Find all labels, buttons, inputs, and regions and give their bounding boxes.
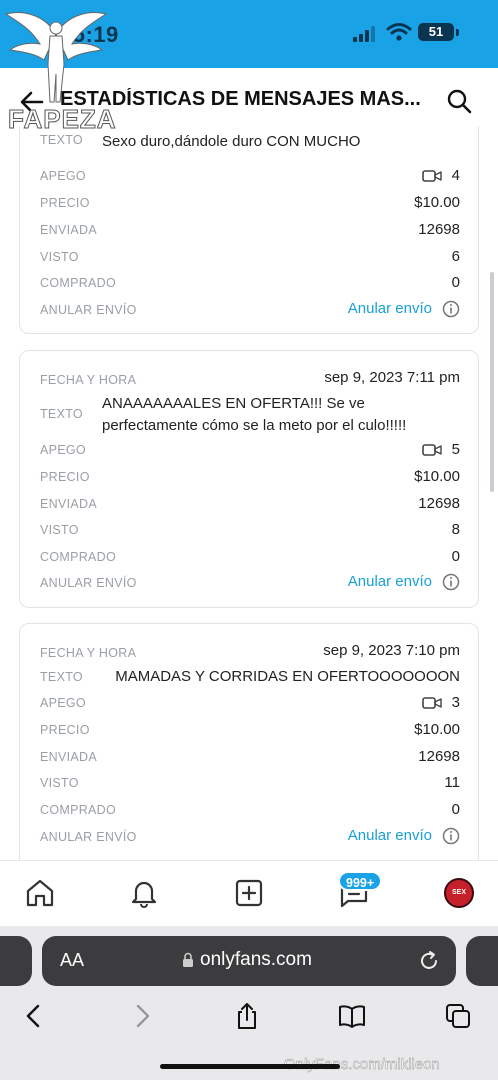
sent-value: 12698 bbox=[418, 221, 460, 238]
purchased-label: COMPRADO bbox=[40, 803, 117, 817]
attachment-value: 4 bbox=[451, 167, 460, 184]
purchased-value: 0 bbox=[451, 274, 460, 291]
cancel-send-text: Anular envío bbox=[347, 827, 432, 844]
info-icon[interactable] bbox=[442, 827, 460, 845]
message-text: ANAAAAAAALES EN OFERTA!!! Se ve perfecta… bbox=[102, 395, 407, 434]
wifi-icon bbox=[386, 23, 412, 41]
cancel-send-button[interactable]: Anular envío bbox=[348, 827, 460, 845]
text-label: TEXTO bbox=[40, 133, 83, 147]
search-icon[interactable] bbox=[446, 88, 472, 114]
video-camera-icon bbox=[421, 170, 442, 182]
price-label: PRECIO bbox=[40, 723, 90, 737]
viewed-value: 11 bbox=[444, 774, 460, 791]
battery-tip bbox=[456, 29, 459, 36]
app-bottom-nav: 999+ bbox=[0, 860, 498, 926]
message-text: LOS VIDEOS MAS PORNO CON DESCUENTO!!! Se… bbox=[102, 126, 437, 150]
cancel-send-label: ANULAR ENVÍO bbox=[40, 303, 137, 317]
watermark-site-text: FAPEZA bbox=[8, 104, 117, 135]
attachment-label: APEGO bbox=[40, 443, 86, 457]
purchased-label: COMPRADO bbox=[40, 276, 117, 290]
message-card: TEXTO LOS VIDEOS MAS PORNO CON DESCUENTO… bbox=[19, 126, 479, 334]
purchased-value: 0 bbox=[451, 548, 460, 565]
attachment-label: APEGO bbox=[40, 696, 86, 710]
price-value: $10.00 bbox=[414, 468, 460, 485]
viewed-label: VISTO bbox=[40, 523, 79, 537]
info-icon[interactable] bbox=[442, 300, 460, 318]
date-label: FECHA Y HORA bbox=[40, 373, 137, 387]
battery-level: 51 bbox=[418, 23, 454, 41]
reader-settings-button[interactable]: AA bbox=[60, 950, 84, 971]
attachment-value: 5 bbox=[451, 441, 460, 458]
viewed-label: VISTO bbox=[40, 250, 79, 264]
attachment-value: 3 bbox=[451, 694, 460, 711]
price-label: PRECIO bbox=[40, 196, 90, 210]
message-stats-list: TEXTO LOS VIDEOS MAS PORNO CON DESCUENTO… bbox=[0, 126, 498, 860]
date-value: sep 9, 2023 7:10 pm bbox=[323, 642, 460, 659]
url-text[interactable]: onlyfans.com bbox=[200, 949, 312, 971]
text-label: TEXTO bbox=[40, 670, 83, 684]
sent-value: 12698 bbox=[418, 495, 460, 512]
attachment-count: 4 bbox=[421, 167, 460, 184]
message-text: MAMADAS Y CORRIDAS EN OFERTOOOOOOON bbox=[115, 668, 460, 685]
previous-tab-preview[interactable] bbox=[0, 936, 32, 986]
home-indicator[interactable] bbox=[160, 1064, 340, 1069]
viewed-value: 8 bbox=[451, 521, 460, 538]
price-value: $10.00 bbox=[414, 721, 460, 738]
sent-label: ENVIADA bbox=[40, 750, 97, 764]
forward-icon[interactable] bbox=[128, 1002, 156, 1030]
tabs-icon[interactable] bbox=[444, 1002, 472, 1030]
video-camera-icon bbox=[421, 697, 442, 709]
date-value: sep 9, 2023 7:11 pm bbox=[324, 369, 460, 386]
messages-badge: 999+ bbox=[338, 871, 383, 891]
bookmarks-icon[interactable] bbox=[338, 1002, 366, 1030]
home-icon[interactable] bbox=[24, 877, 56, 909]
scrollbar[interactable] bbox=[490, 272, 494, 492]
cancel-send-button[interactable]: Anular envío bbox=[348, 300, 460, 318]
cancel-send-text: Anular envío bbox=[347, 573, 432, 590]
reload-icon[interactable] bbox=[418, 950, 440, 972]
sent-value: 12698 bbox=[418, 748, 460, 765]
purchased-label: COMPRADO bbox=[40, 550, 117, 564]
attachment-count: 3 bbox=[421, 694, 460, 711]
add-post-icon[interactable] bbox=[233, 877, 265, 909]
message-card: FECHA Y HORA sep 9, 2023 7:10 pm TEXTO MAM… bbox=[19, 623, 479, 860]
notifications-bell-icon[interactable] bbox=[128, 877, 160, 909]
cancel-send-text: Anular envío bbox=[347, 300, 432, 317]
video-camera-icon bbox=[421, 444, 442, 456]
address-bar[interactable]: AA onlyfans.com bbox=[42, 936, 456, 986]
sent-label: ENVIADA bbox=[40, 497, 97, 511]
sent-label: ENVIADA bbox=[40, 223, 97, 237]
attachment-count: 5 bbox=[421, 441, 460, 458]
message-card: FECHA Y HORA sep 9, 2023 7:11 pm TEXTO AN… bbox=[19, 350, 479, 608]
cancel-send-label: ANULAR ENVÍO bbox=[40, 576, 137, 590]
cancel-send-button[interactable]: Anular envío bbox=[348, 573, 460, 591]
angel-watermark-logo bbox=[4, 12, 108, 103]
viewed-label: VISTO bbox=[40, 776, 79, 790]
viewed-value: 6 bbox=[451, 248, 460, 265]
text-label: TEXTO bbox=[40, 407, 83, 421]
date-label: FECHA Y HORA bbox=[40, 646, 137, 660]
attachment-label: APEGO bbox=[40, 169, 86, 183]
price-label: PRECIO bbox=[40, 470, 90, 484]
cellular-signal-icon bbox=[353, 26, 375, 42]
info-icon[interactable] bbox=[442, 573, 460, 591]
next-tab-preview[interactable] bbox=[466, 936, 498, 986]
share-icon[interactable] bbox=[233, 1002, 261, 1030]
profile-avatar[interactable]: SEX bbox=[444, 878, 474, 908]
lock-icon bbox=[183, 952, 193, 967]
cancel-send-label: ANULAR ENVÍO bbox=[40, 830, 137, 844]
back-icon[interactable] bbox=[20, 1002, 48, 1030]
purchased-value: 0 bbox=[451, 801, 460, 818]
price-value: $10.00 bbox=[414, 194, 460, 211]
